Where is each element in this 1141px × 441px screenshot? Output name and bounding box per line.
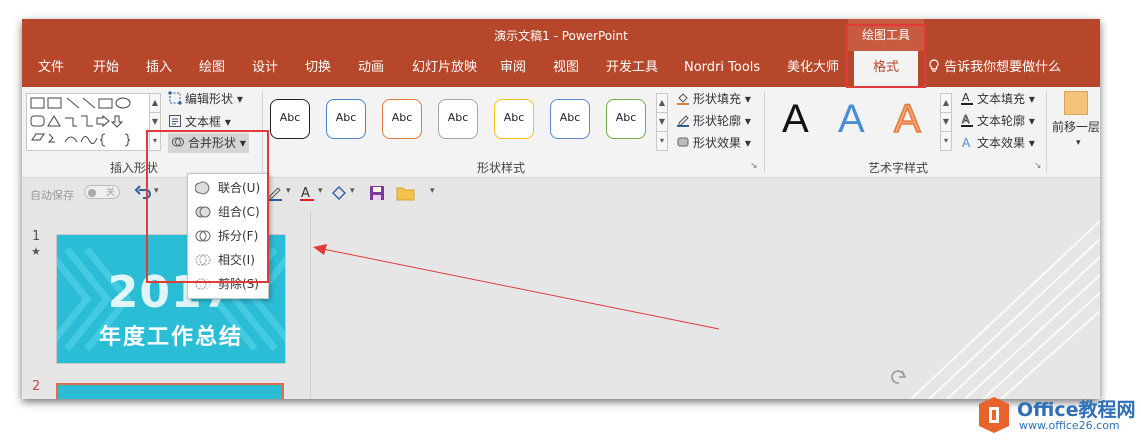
- svg-text:A: A: [301, 186, 310, 201]
- dropdown-arrow-icon[interactable]: ▾: [318, 186, 323, 196]
- shape-effects-button[interactable]: 形状效果 ▾: [676, 133, 751, 153]
- shape-outline-qat-icon[interactable]: [330, 184, 348, 202]
- watermark-title: Office教程网: [1017, 399, 1136, 421]
- text-box-icon: [169, 115, 181, 127]
- wordart-gallery-more[interactable]: ▾: [940, 131, 952, 151]
- highlight-box-format-tab: [846, 24, 926, 88]
- slide-thumbnail[interactable]: [56, 383, 284, 399]
- group-label-shape-styles: 形状样式: [477, 161, 526, 175]
- shape-outline-label: 形状轮廓: [693, 114, 742, 128]
- shape-style-preset[interactable]: Abc: [270, 99, 310, 139]
- shape-style-preset[interactable]: Abc: [438, 99, 478, 139]
- powerpoint-window: 演示文稿1 - PowerPoint 绘图工具 文件 开始 插入 绘图 设计 切…: [22, 19, 1100, 399]
- dialog-launcher-icon[interactable]: ↘: [1034, 161, 1042, 171]
- tab-review[interactable]: 审阅: [500, 51, 526, 87]
- text-box-label: 文本框: [185, 115, 222, 129]
- slide-number: 1: [32, 229, 41, 244]
- style-gallery-more[interactable]: ▾: [656, 131, 668, 151]
- shape-gallery[interactable]: [26, 93, 150, 151]
- shape-effects-label: 形状效果: [693, 136, 742, 150]
- watermark-url: www.office26.com: [1019, 419, 1120, 432]
- gallery-scroll-up[interactable]: ▲: [149, 93, 161, 113]
- animation-star-icon: ★: [31, 245, 41, 258]
- shape-style-preset[interactable]: Abc: [606, 99, 646, 139]
- tab-design[interactable]: 设计: [252, 51, 278, 87]
- tab-meihua-dashi[interactable]: 美化大师: [787, 51, 839, 87]
- svg-text:A: A: [962, 113, 970, 126]
- edit-shape-icon: [168, 91, 182, 105]
- text-outline-label: 文本轮廓: [977, 114, 1026, 128]
- group-separator: [764, 91, 765, 173]
- bring-forward-icon[interactable]: [1064, 91, 1088, 115]
- office-logo-icon: [979, 397, 1009, 433]
- style-gallery-scroll-down[interactable]: ▼: [656, 112, 668, 132]
- svg-text:A: A: [962, 136, 971, 149]
- text-effects-icon: A: [962, 136, 971, 149]
- tab-transitions[interactable]: 切换: [305, 51, 331, 87]
- slide-canvas[interactable]: [311, 211, 1100, 399]
- group-separator: [1046, 91, 1047, 173]
- lightbulb-icon: [929, 59, 939, 72]
- tell-me-text: 告诉我你想要做什么: [944, 60, 1062, 75]
- open-folder-icon[interactable]: [396, 184, 416, 202]
- tab-developer[interactable]: 开发工具: [606, 51, 658, 87]
- text-effects-button[interactable]: A 文本效果 ▾: [960, 133, 1035, 153]
- text-outline-button[interactable]: A 文本轮廓 ▾: [960, 111, 1035, 131]
- tab-nordri-tools[interactable]: Nordri Tools: [684, 51, 760, 87]
- slide-subtitle-text: 年度工作总结: [98, 325, 243, 350]
- text-fill-icon: A: [961, 91, 973, 105]
- group-label-wordart-styles: 艺术字样式: [868, 161, 929, 175]
- autosave-label: 自动保存: [30, 189, 74, 202]
- window-title: 演示文稿1 - PowerPoint: [494, 29, 628, 43]
- shape-fill-label: 形状填充: [693, 92, 742, 106]
- wordart-sample-orange[interactable]: A: [893, 96, 921, 142]
- dropdown-arrow-icon[interactable]: ▾: [286, 186, 291, 196]
- tab-animations[interactable]: 动画: [358, 51, 384, 87]
- shape-style-preset[interactable]: Abc: [382, 99, 422, 139]
- tab-insert[interactable]: 插入: [146, 51, 172, 87]
- save-icon[interactable]: [368, 184, 386, 202]
- shape-fill-button[interactable]: 形状填充 ▾: [676, 89, 751, 109]
- tab-view[interactable]: 视图: [553, 51, 579, 87]
- ribbon-tab-bar: 文件 开始 插入 绘图 设计 切换 动画 幻灯片放映 审阅 视图 开发工具 No…: [22, 51, 1100, 87]
- wordart-sample-black[interactable]: A: [782, 97, 809, 142]
- tab-slideshow[interactable]: 幻灯片放映: [412, 51, 477, 87]
- dropdown-arrow-icon[interactable]: ▾: [350, 186, 355, 196]
- shape-outline-button[interactable]: 形状轮廓 ▾: [676, 111, 751, 131]
- dialog-launcher-icon[interactable]: ↘: [750, 161, 758, 171]
- pen-icon: [677, 115, 689, 127]
- shapes-icon: [30, 97, 131, 147]
- shape-style-preset[interactable]: Abc: [494, 99, 534, 139]
- tab-home[interactable]: 开始: [93, 51, 119, 87]
- style-gallery-scroll-up[interactable]: ▲: [656, 93, 668, 113]
- title-bar: 演示文稿1 - PowerPoint 绘图工具: [22, 19, 1100, 51]
- edit-shape-label: 编辑形状: [185, 92, 234, 106]
- shape-style-preset[interactable]: Abc: [326, 99, 366, 139]
- text-outline-icon: A: [961, 113, 973, 127]
- shape-effects-icon: [677, 137, 689, 147]
- edit-shape-button[interactable]: 编辑形状 ▾: [168, 89, 243, 109]
- slide-number: 2: [32, 379, 41, 394]
- customize-qat-icon[interactable]: ▾: [430, 186, 435, 196]
- tab-file[interactable]: 文件: [38, 51, 64, 87]
- diagonal-stripes-icon: [313, 220, 1100, 399]
- wordart-sample-blue[interactable]: A: [838, 97, 865, 142]
- tell-me-box[interactable]: 告诉我你想要做什么: [928, 51, 1061, 87]
- wordart-gallery-scroll-up[interactable]: ▲: [940, 93, 952, 113]
- font-color-icon[interactable]: A: [298, 184, 316, 202]
- tab-draw[interactable]: 绘图: [199, 51, 225, 87]
- svg-text:A: A: [962, 91, 970, 104]
- autosave-toggle[interactable]: 关: [84, 185, 120, 199]
- text-effects-label: 文本效果: [977, 136, 1026, 150]
- wordart-gallery-scroll-down[interactable]: ▼: [940, 112, 952, 132]
- text-fill-label: 文本填充: [977, 92, 1026, 106]
- text-box-button[interactable]: 文本框 ▾: [168, 112, 231, 132]
- gallery-scroll-down[interactable]: ▼: [149, 112, 161, 132]
- bring-forward-dropdown-icon[interactable]: ▾: [1076, 133, 1081, 153]
- highlight-box-merge-shapes: [146, 130, 269, 283]
- paint-bucket-icon: [677, 93, 689, 105]
- shape-style-preset[interactable]: Abc: [550, 99, 590, 139]
- text-fill-button[interactable]: A 文本填充 ▾: [960, 89, 1035, 109]
- watermark: Office教程网 www.office26.com: [975, 392, 1141, 438]
